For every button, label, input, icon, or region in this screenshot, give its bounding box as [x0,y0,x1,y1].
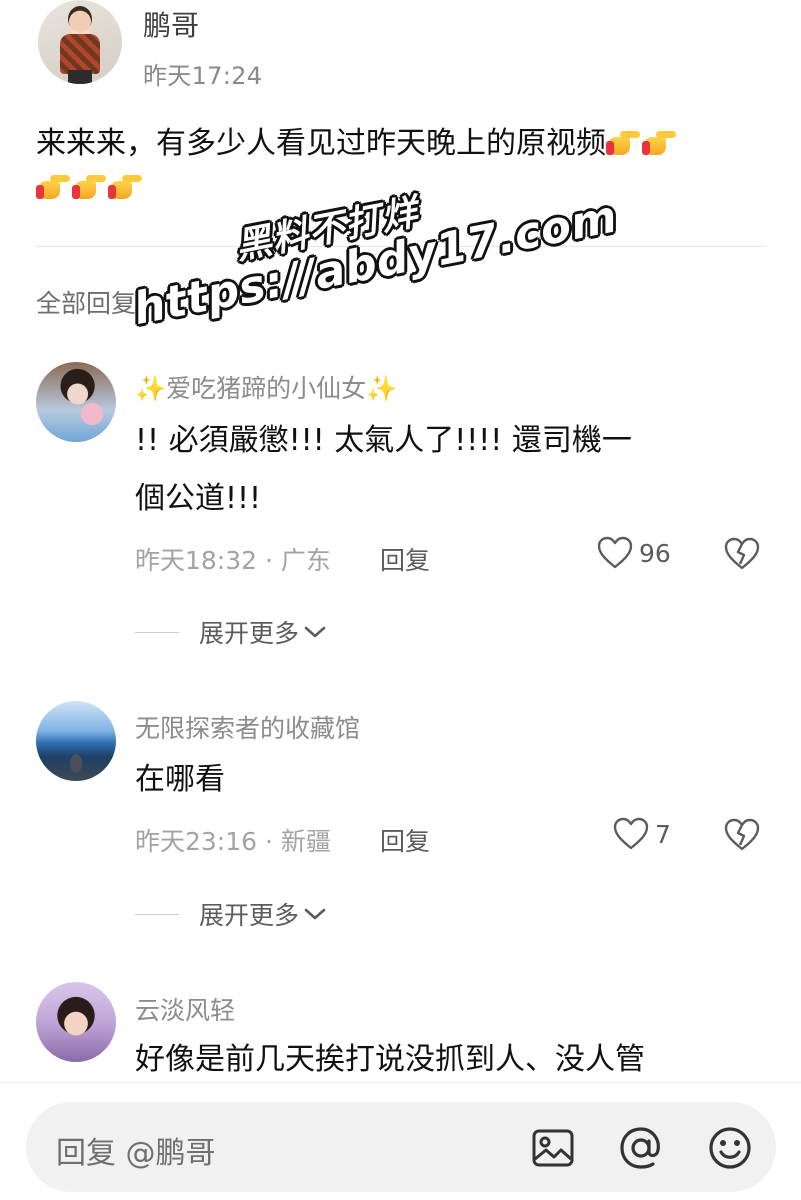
commenter-name[interactable]: 云淡风轻 [135,991,235,1027]
expand-label: 展开更多 [199,901,300,930]
like-button[interactable]: 7 [613,817,671,851]
commenter-avatar[interactable] [36,982,116,1062]
mention-button[interactable] [617,1124,665,1172]
chevron-down-icon [304,626,326,638]
reply-button[interactable]: 回复 [380,822,430,858]
divider [36,246,766,247]
comment-text: 好像是前几天挨打说没抓到人、没人管 [135,1031,755,1089]
dislike-button[interactable] [724,818,760,856]
expand-replies[interactable]: 展开更多 [135,614,327,650]
comment-text-line: !! 必須嚴懲!!! 太氣人了!!!! 還司機一 [135,423,632,458]
expand-dash [135,631,179,633]
image-button[interactable] [529,1124,577,1172]
pointing-hand-icon [642,127,676,157]
like-button[interactable]: 96 [597,536,671,570]
author-avatar[interactable] [38,0,122,84]
pointing-hand-icon [72,171,106,201]
emoji-icon [709,1127,751,1169]
commenter-name[interactable]: ✨爱吃猪蹄的小仙女✨ [135,369,397,405]
comment-text-line: 好像是前几天挨打说没抓到人、没人管 [135,1042,645,1077]
comment-meta: 昨天18:32 · 广东 [135,546,331,575]
broken-heart-icon [724,818,760,851]
pointing-hand-icon [606,127,640,157]
pointing-hand-icon [36,171,70,201]
dislike-button[interactable] [724,537,760,575]
post-time: 昨天17:24 [143,62,263,90]
post-body: 来来来，有多少人看见过昨天晚上的原视频 [36,122,766,210]
comment-text-line: 在哪看 [135,762,225,797]
chevron-down-icon [304,908,326,920]
commenter-avatar[interactable] [36,362,116,442]
broken-heart-icon [724,537,760,570]
comment-meta: 昨天23:16 · 新疆 [135,827,331,856]
at-icon [620,1127,660,1169]
pointing-hand-icon [108,171,142,201]
heart-icon [597,536,633,569]
heart-icon [613,817,649,850]
expand-label: 展开更多 [199,619,300,648]
comment-text: !! 必須嚴懲!!! 太氣人了!!!! 還司機一 個公道!!! [135,412,755,528]
reply-button[interactable]: 回复 [380,541,430,577]
expand-dash [135,913,179,915]
all-replies-header: 全部回复 [36,289,137,318]
like-count: 96 [639,538,671,568]
author-name[interactable]: 鹏哥 [143,4,199,44]
bottom-bar-divider [0,1082,801,1083]
watermark-url: https://abdy17.com [129,191,622,336]
expand-replies[interactable]: 展开更多 [135,896,327,932]
commenter-name[interactable]: 无限探索者的收藏馆 [135,709,360,745]
comment-text-line: 個公道!!! [135,481,262,516]
like-count: 7 [655,819,671,849]
reply-input-placeholder: 回复 @鹏哥 [56,1136,216,1171]
post-text: 来来来，有多少人看见过昨天晚上的原视频 [36,126,606,161]
commenter-avatar[interactable] [36,701,116,781]
emoji-button[interactable] [706,1124,754,1172]
image-icon [532,1129,574,1167]
comment-text: 在哪看 [135,751,755,809]
